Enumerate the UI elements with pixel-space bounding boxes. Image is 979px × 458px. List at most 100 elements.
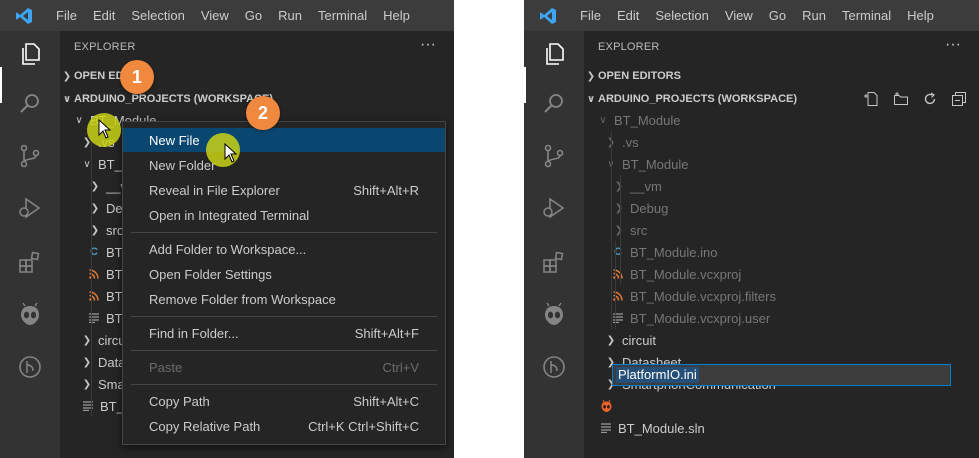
active-indicator — [524, 67, 526, 103]
context-menu-item-open-folder-settings[interactable]: Open Folder Settings — [123, 262, 445, 286]
source-control-icon[interactable] — [14, 140, 46, 172]
context-menu: New File New Folder Reveal in File Explore… — [122, 121, 446, 445]
context-menu-item-remove-folder-from-workspace[interactable]: Remove Folder from Workspace — [123, 287, 445, 311]
refresh-icon[interactable] — [920, 90, 940, 108]
chevron-right-icon: ❯ — [606, 334, 616, 346]
step-badge-1: 1 — [120, 60, 154, 94]
indent-guide — [615, 241, 616, 329]
menu-help[interactable]: Help — [375, 0, 418, 31]
search-icon[interactable] — [538, 88, 570, 120]
menu-view[interactable]: View — [717, 0, 761, 31]
section-toolbar — [862, 90, 969, 108]
menu-terminal[interactable]: Terminal — [834, 0, 899, 31]
tree-folder-row[interactable]: ❯ __vm — [584, 175, 979, 197]
mouse-cursor-icon — [98, 119, 112, 139]
tree-folder-row[interactable]: ❯.vs — [584, 131, 979, 153]
context-menu-item-reveal-in-file-explorer[interactable]: Reveal in File Explorer Shift+Alt+R — [123, 178, 445, 202]
menu-terminal[interactable]: Terminal — [310, 0, 375, 31]
context-menu-item-find-in-folder[interactable]: Find in Folder... Shift+Alt+F — [123, 321, 445, 345]
tree-folder-row[interactable]: ❯ Debug — [584, 197, 979, 219]
chevron-down-icon: ∨ — [599, 114, 607, 126]
tree-file-row[interactable]: BT_Module.vcxproj.filters — [584, 285, 979, 307]
activity-bar — [524, 31, 584, 458]
search-icon[interactable] — [14, 88, 46, 120]
menubar: File Edit Selection View Go Run Terminal Help — [0, 0, 454, 31]
extensions-icon[interactable] — [14, 246, 46, 278]
menu-selection[interactable]: Selection — [123, 0, 192, 31]
rename-input[interactable]: PlatformIO.ini — [612, 364, 951, 386]
context-menu-label: Open in Integrated Terminal — [149, 207, 310, 223]
tree-file-row[interactable] — [584, 395, 979, 417]
more-actions-icon[interactable]: ··· — [420, 36, 436, 54]
files-icon[interactable] — [14, 38, 46, 70]
platformio-file-icon — [598, 399, 614, 413]
menu-selection[interactable]: Selection — [647, 0, 716, 31]
tree-item-label: src — [106, 222, 124, 238]
context-menu-label: Add Folder to Workspace... — [149, 241, 307, 257]
context-menu-item-paste: Paste Ctrl+V — [123, 355, 445, 379]
tree-folder-row[interactable]: ❯ src — [584, 219, 979, 241]
context-menu-item-new-folder[interactable]: New Folder — [123, 153, 445, 177]
menu-file[interactable]: File — [572, 0, 609, 31]
source-control-icon[interactable] — [538, 140, 570, 172]
tree-folder-row[interactable]: ❯ circuit — [584, 329, 979, 351]
xml-file-icon — [610, 291, 626, 301]
collapse-all-icon[interactable] — [949, 90, 969, 108]
rename-input-selection: PlatformIO.ini — [616, 367, 699, 383]
run-debug-icon[interactable] — [538, 192, 570, 224]
xml-file-icon — [86, 291, 102, 301]
tree-item-label: BT_Module — [614, 112, 681, 128]
tree-folder-row[interactable]: ∨ BT_Module — [584, 109, 979, 131]
tree-file-row[interactable]: BT_Module.vcxproj — [584, 263, 979, 285]
context-menu-label: Find in Folder... — [149, 325, 239, 341]
menu-edit[interactable]: Edit — [85, 0, 123, 31]
text-file-icon — [80, 401, 96, 411]
menu-file[interactable]: File — [48, 0, 85, 31]
menu-view[interactable]: View — [193, 0, 237, 31]
extensions-icon[interactable] — [538, 246, 570, 278]
context-menu-label: Copy Relative Path — [149, 418, 261, 434]
menu-separator — [131, 316, 437, 317]
git-graph-icon[interactable] — [538, 351, 570, 383]
activity-bar — [0, 31, 60, 458]
context-menu-shortcut: Ctrl+V — [382, 359, 419, 375]
context-menu-label: New File — [149, 132, 200, 148]
files-icon[interactable] — [538, 38, 570, 70]
tree-folder-row[interactable]: ∨BT_Module — [584, 153, 979, 175]
context-menu-item-open-in-integrated-terminal[interactable]: Open in Integrated Terminal — [123, 203, 445, 227]
explorer-sidebar: EXPLORER ··· ❯ OPEN EDITORS ∨ ARDUINO_PR… — [584, 31, 979, 458]
more-actions-icon[interactable]: ··· — [945, 36, 961, 54]
tree-item-label: BT_Module.vcxproj.user — [630, 310, 771, 326]
platformio-alien-icon[interactable] — [14, 299, 46, 331]
menu-go[interactable]: Go — [237, 0, 270, 31]
workspace-section[interactable]: ∨ ARDUINO_PROJECTS (WORKSPACE) — [584, 88, 979, 110]
chevron-down-icon: ∨ — [75, 114, 83, 126]
context-menu-item-new-file[interactable]: New File — [123, 128, 445, 152]
menu-run[interactable]: Run — [794, 0, 834, 31]
new-file-icon[interactable] — [862, 90, 882, 108]
context-menu-item-copy-relative-path[interactable]: Copy Relative Path Ctrl+K Ctrl+Shift+C — [123, 414, 445, 438]
open-editors-label: OPEN EDITORS — [598, 70, 681, 82]
platformio-alien-icon[interactable] — [538, 299, 570, 331]
explorer-title: EXPLORER — [74, 41, 136, 53]
menu-go[interactable]: Go — [761, 0, 794, 31]
context-menu-item-add-folder-to-workspace[interactable]: Add Folder to Workspace... — [123, 237, 445, 261]
context-menu-item-copy-path[interactable]: Copy Path Shift+Alt+C — [123, 389, 445, 413]
open-editors-section[interactable]: ❯ OPEN EDITORS — [584, 65, 979, 87]
menubar: File Edit Selection View Go Run Terminal Help — [524, 0, 979, 31]
git-graph-icon[interactable] — [14, 351, 46, 383]
menu-list: File Edit Selection View Go Run Terminal Help — [48, 0, 418, 31]
tree-item-label: __vm — [630, 178, 662, 194]
menu-edit[interactable]: Edit — [609, 0, 647, 31]
menu-run[interactable]: Run — [270, 0, 310, 31]
menu-help[interactable]: Help — [899, 0, 942, 31]
new-folder-icon[interactable] — [891, 90, 911, 108]
run-debug-icon[interactable] — [14, 192, 46, 224]
tree-file-row[interactable]: BT_Module.vcxproj.user — [584, 307, 979, 329]
chevron-right-icon: ❯ — [614, 180, 624, 192]
context-menu-label: Open Folder Settings — [149, 266, 272, 282]
tree-file-row[interactable]: BT_Module.sln — [584, 417, 979, 439]
indent-guide — [620, 175, 621, 285]
tree-item-label: circuit — [622, 332, 656, 348]
tree-file-row[interactable]: C BT_Module.ino — [584, 241, 979, 263]
